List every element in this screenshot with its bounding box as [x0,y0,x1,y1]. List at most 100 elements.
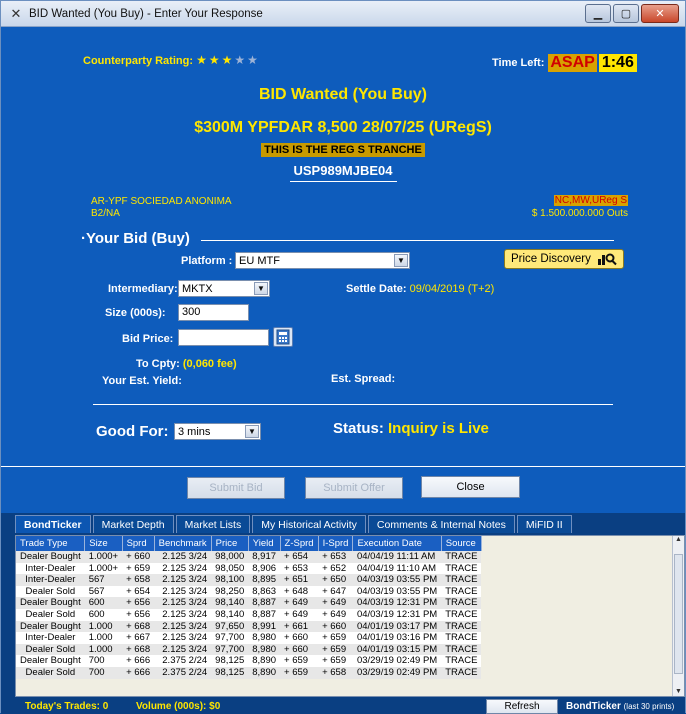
maximize-button[interactable]: ▢ [613,4,639,23]
volume: Volume (000s): $0 [136,701,220,712]
table-cell: 03/29/19 02:49 PM [352,655,442,667]
table-row[interactable]: Inter-Dealer 1.000 + 667 2.125 3/24 97,700 8,… [16,632,482,644]
table-cell: 8,887 [248,608,281,621]
tab-comments-notes[interactable]: Comments & Internal Notes [367,515,515,533]
table-cell: 2.125 3/24 [154,597,212,609]
counterparty-label: Counterparty Rating: [83,55,193,67]
tab-market-depth[interactable]: Market Depth [92,515,174,533]
table-cell: + 653 [318,551,353,563]
table-cell: Inter-Dealer [16,632,85,644]
intermediary-label: Intermediary: [108,283,178,295]
platform-select[interactable]: EU MTF ▼ [235,252,410,269]
column-header[interactable]: Price [211,536,249,551]
table-cell: Dealer Sold [16,608,85,621]
intermediary-select[interactable]: MKTX ▼ [178,280,270,297]
table-cell: 98,140 [211,608,249,621]
table-cell: Dealer Bought [16,597,85,609]
good-for-label: Good For: [96,423,169,440]
table-cell: TRACE [441,643,482,656]
table-cell: 98,250 [211,585,249,598]
column-header[interactable]: Size [84,536,123,551]
table-cell: + 659 [318,632,353,644]
refresh-button[interactable]: Refresh [486,699,558,714]
platform-value: EU MTF [239,254,280,267]
bond-description: $300M YPFDAR 8,500 28/07/25 (URegS) [194,119,492,136]
table-row[interactable]: Inter-Dealer 567 + 658 2.125 3/24 98,100 8,89… [16,574,482,586]
table-cell: + 654 [280,551,319,563]
table-row[interactable]: Dealer Bought 600 + 656 2.125 3/24 98,140 8,8… [16,597,482,609]
table-row[interactable]: Dealer Sold 600 + 656 2.125 3/24 98,140 8,887… [16,608,482,621]
settle-label: Settle Date: [346,283,407,295]
vertical-scrollbar[interactable]: ▲ ▼ [672,536,684,696]
table-row[interactable]: Dealer Bought 1.000 + 668 2.125 3/24 97,650 8… [16,620,482,633]
submit-offer-button[interactable]: Submit Offer [305,477,403,499]
table-cell: TRACE [441,655,482,667]
tab-market-lists[interactable]: Market Lists [175,515,251,533]
time-left-value: 1:46 [598,54,637,72]
close-button[interactable]: Close [421,476,520,498]
table-row[interactable]: Dealer Sold 700 + 666 2.375 2/24 98,125 8,890… [16,666,482,679]
scroll-thumb[interactable] [674,554,683,674]
table-row[interactable]: Dealer Bought 700 + 666 2.375 2/24 98,125 8,8… [16,655,482,667]
table-row[interactable]: Inter-Dealer 1.000+ + 659 2.125 3/24 98,050 8… [16,562,482,575]
calculator-button[interactable] [273,327,293,347]
table-cell: 04/01/19 03:15 PM [352,643,442,656]
table-cell: 04/01/19 03:17 PM [352,620,442,633]
price-discovery-button[interactable]: Price Discovery [504,249,624,269]
table-cell: 8,991 [248,620,281,633]
isin: USP989MJBE04 [1,163,685,182]
table-cell: 2.125 3/24 [154,643,212,656]
column-header[interactable]: Z-Sprd [280,536,319,551]
table-cell: 2.125 3/24 [154,620,212,633]
table-cell: 04/04/19 11:11 AM [352,551,442,563]
table-cell: + 659 [280,655,319,667]
volume-label: Volume (000s): [136,701,207,712]
table-cell: 04/01/19 03:16 PM [352,632,442,644]
size-input[interactable]: 300 [178,304,249,321]
table-cell: + 660 [318,620,353,633]
trade-panel: BondTicker Market Depth Market Lists My … [1,513,685,714]
table-row[interactable]: Dealer Sold 1.000 + 668 2.125 3/24 97,700 8,9… [16,643,482,656]
column-header[interactable]: Sprd [122,536,155,551]
good-for-select[interactable]: 3 mins ▼ [174,423,261,440]
column-header[interactable]: Execution Date [352,536,442,551]
trade-table: Trade Type Size Sprd Benchmark Price Yield Z-S… [15,535,685,697]
status-label: Status: [333,420,384,437]
table-cell: 600 [84,597,123,609]
table-row[interactable]: Dealer Bought 1.000+ + 660 2.125 3/24 98,000… [16,551,482,563]
column-header[interactable]: Benchmark [154,536,212,551]
table-cell: 1.000+ [84,551,123,563]
table-cell: 2.125 3/24 [154,551,212,563]
tab-bondticker[interactable]: BondTicker [15,515,91,533]
column-header[interactable]: Trade Type [16,536,86,551]
tab-historical-activity[interactable]: My Historical Activity [252,515,366,533]
column-header[interactable]: I-Sprd [318,536,354,551]
table-cell: 8,863 [248,585,281,598]
table-cell: 8,980 [248,632,281,644]
submit-bid-button[interactable]: Submit Bid [187,477,285,499]
close-window-button[interactable]: ✕ [641,4,679,23]
table-cell: 8,890 [248,655,281,667]
table-cell: 98,000 [211,551,249,563]
todays-trades: Today's Trades: 0 [25,701,108,712]
price-discovery-label: Price Discovery [511,253,591,265]
table-cell: Dealer Bought [16,551,85,563]
table-row[interactable]: Dealer Sold 567 + 654 2.125 3/24 98,250 8,863… [16,585,482,598]
table-cell: 1.000+ [84,562,123,575]
table-cell: Dealer Sold [16,585,85,598]
scroll-up-icon[interactable]: ▲ [673,536,684,543]
table-cell: + 647 [318,585,353,598]
table-cell: 04/03/19 12:31 PM [352,597,442,609]
column-header[interactable]: Yield [248,536,281,551]
app-icon: ✕ [10,5,22,21]
bid-price-input[interactable] [178,329,269,346]
column-header[interactable]: Source [441,536,482,551]
table-cell: 97,650 [211,620,249,633]
table-cell: TRACE [441,666,482,679]
todays-trades-label: Today's Trades: [25,701,100,712]
table-cell: TRACE [441,551,482,563]
minimize-button[interactable]: ▁ [585,4,611,23]
tab-mifid[interactable]: MiFID II [516,515,572,533]
scroll-down-icon[interactable]: ▼ [673,688,684,695]
table-cell: 98,140 [211,597,249,609]
